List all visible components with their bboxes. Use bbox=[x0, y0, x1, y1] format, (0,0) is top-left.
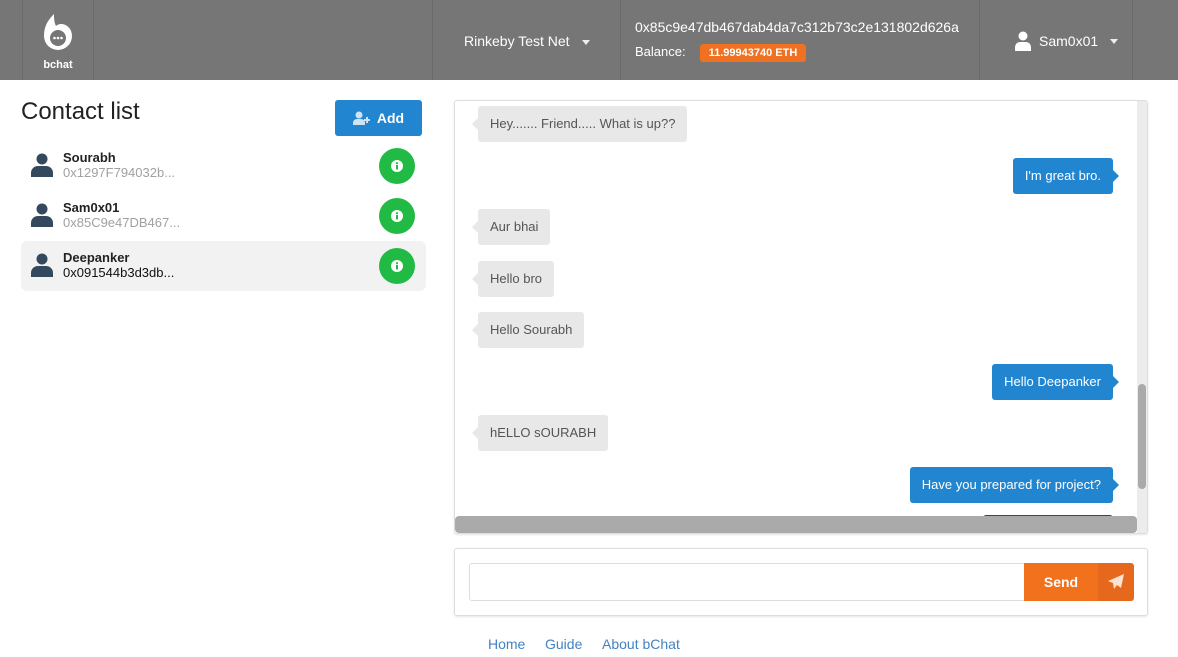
message-received: Hello Sourabh bbox=[471, 312, 585, 348]
user-icon bbox=[1015, 31, 1031, 51]
scroll-thumb[interactable] bbox=[1138, 384, 1146, 489]
send-icon-button[interactable] bbox=[1098, 563, 1134, 601]
contact-info-button[interactable] bbox=[379, 148, 415, 184]
user-avatar-icon bbox=[31, 203, 53, 227]
contact-item[interactable]: Deepanker 0x091544b3d3db... bbox=[21, 241, 426, 291]
bchat-logo[interactable]: bchat bbox=[38, 12, 78, 71]
divider bbox=[620, 0, 621, 80]
info-icon bbox=[391, 260, 403, 272]
contact-info-button[interactable] bbox=[379, 198, 415, 234]
contact-list-title: Contact list bbox=[21, 98, 140, 125]
contact-item[interactable]: Sourabh 0x1297F794032b... bbox=[21, 141, 426, 191]
user-name: Sam0x01 bbox=[1039, 33, 1099, 49]
footer-link-guide[interactable]: Guide bbox=[545, 636, 582, 652]
composer: Send bbox=[454, 548, 1148, 616]
contact-name: Deepanker bbox=[63, 250, 130, 265]
message-sent: Hello Deepanker bbox=[992, 363, 1119, 400]
message-sent: Have you prepared for project? bbox=[909, 466, 1120, 503]
contact-address: 0x091544b3d3db... bbox=[63, 265, 175, 280]
top-nav: bchat Rinkeby Test Net 0x85c9e47db467dab… bbox=[0, 0, 1178, 80]
balance-label: Balance: bbox=[635, 44, 686, 59]
caret-down-icon bbox=[581, 39, 590, 45]
contact-name: Sam0x01 bbox=[63, 200, 120, 215]
balance: Balance: 11.99943740 ETH bbox=[635, 44, 807, 62]
message-sent: I'm great bro. bbox=[1012, 157, 1120, 194]
contact-info-button[interactable] bbox=[379, 248, 415, 284]
footer-link-about[interactable]: About bChat bbox=[602, 636, 680, 652]
info-icon bbox=[391, 210, 403, 222]
paper-plane-icon bbox=[1108, 574, 1124, 589]
divider bbox=[93, 0, 94, 80]
divider bbox=[979, 0, 980, 80]
chat-window: Hey....... Friend..... What is up?? I'm g… bbox=[454, 100, 1148, 534]
balance-badge: 11.99943740 ETH bbox=[699, 44, 807, 62]
contact-item[interactable]: Sam0x01 0x85C9e47DB467... bbox=[21, 191, 426, 241]
user-avatar-icon bbox=[31, 153, 53, 177]
user-avatar-icon bbox=[31, 253, 53, 277]
send-button[interactable]: Send bbox=[1024, 563, 1098, 601]
footer-link-home[interactable]: Home bbox=[488, 636, 525, 652]
contact-address: 0x85C9e47DB467... bbox=[63, 215, 181, 230]
network-dropdown[interactable]: Rinkeby Test Net bbox=[464, 33, 590, 49]
message-received: Hello bro bbox=[471, 260, 555, 297]
message-received: Hey....... Friend..... What is up?? bbox=[471, 106, 688, 142]
divider bbox=[1132, 0, 1133, 80]
divider bbox=[22, 0, 23, 80]
add-user-icon bbox=[352, 111, 370, 125]
network-label: Rinkeby Test Net bbox=[464, 33, 570, 49]
add-contact-button[interactable]: Add bbox=[335, 100, 422, 136]
contact-address: 0x1297F794032b... bbox=[63, 165, 176, 180]
info-icon bbox=[391, 160, 403, 172]
logo-text: bchat bbox=[43, 59, 73, 71]
vertical-scrollbar[interactable] bbox=[1137, 101, 1147, 533]
user-dropdown[interactable]: Sam0x01 bbox=[1015, 31, 1119, 51]
add-label: Add bbox=[376, 110, 405, 126]
horizontal-scrollbar[interactable] bbox=[455, 516, 1137, 533]
message-received: hELLO sOURABH bbox=[471, 415, 609, 451]
wallet-address: 0x85c9e47db467dab4da7c312b73c2e131802d62… bbox=[635, 19, 959, 35]
divider bbox=[432, 0, 433, 80]
caret-down-icon bbox=[1110, 38, 1119, 44]
contact-name: Sourabh bbox=[63, 150, 116, 165]
message-received: Aur bhai bbox=[471, 209, 551, 245]
message-input[interactable] bbox=[469, 563, 1025, 601]
